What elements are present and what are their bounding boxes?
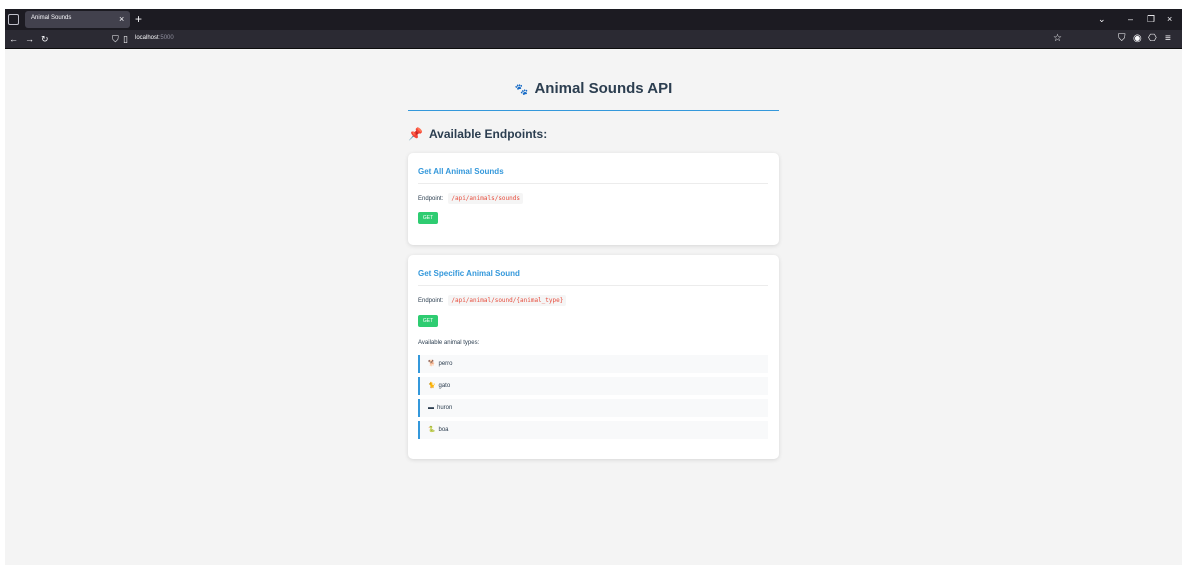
endpoint-row: Endpoint: /api/animal/sound/{animal_type… <box>418 295 567 306</box>
endpoint-label: Endpoint: <box>418 297 444 304</box>
dog-icon: 🐕 <box>428 361 436 367</box>
type-name: huron <box>437 405 453 411</box>
shield-icon[interactable]: ⛉ <box>112 33 119 45</box>
endpoint-title: Get Specific Animal Sound <box>418 269 520 278</box>
pocket-icon[interactable]: ⛉ <box>1118 33 1126 45</box>
tab-close-icon[interactable]: × <box>119 13 124 25</box>
tab-bar: Animal Sounds × + ⌄ – ❐ × <box>5 9 1182 30</box>
list-item-boa: 🐍 boa <box>418 421 768 439</box>
endpoint-label: Endpoint: <box>418 195 444 202</box>
url-host: localhost <box>135 35 159 41</box>
type-name: perro <box>438 361 453 367</box>
endpoint-path: /api/animals/sounds <box>448 193 523 204</box>
maximize-icon[interactable]: ❐ <box>1147 12 1155 26</box>
star-icon[interactable]: ☆ <box>1053 33 1062 45</box>
endpoint-row: Endpoint: /api/animals/sounds <box>418 193 523 204</box>
pushpin-icon: 📌 <box>408 127 423 141</box>
page-content: 🐾 Animal Sounds API 📌 Available Endpoints:… <box>5 50 1182 565</box>
endpoint-path: /api/animal/sound/{animal_type} <box>448 295 567 306</box>
list-item-perro: 🐕 perro <box>418 355 768 373</box>
endpoint-title: Get All Animal Sounds <box>418 167 504 176</box>
type-name: gato <box>438 383 451 389</box>
chevron-down-icon[interactable]: ⌄ <box>1098 12 1106 26</box>
tab-list-icon[interactable] <box>8 14 19 25</box>
get-method-badge: GET <box>418 315 438 327</box>
forward-arrow-icon[interactable]: → <box>25 33 34 45</box>
close-icon[interactable]: × <box>1167 12 1172 26</box>
browser-window: Animal Sounds × + ⌄ – ❐ × ← → ↻ ⛉ ▯ loca… <box>5 9 1182 565</box>
endpoint-card-all-sounds: Get All Animal Sounds Endpoint: /api/ani… <box>408 153 779 245</box>
section-title-text: Available Endpoints: <box>428 127 548 141</box>
page-title-text: Animal Sounds API <box>534 80 673 97</box>
snake-icon: 🐍 <box>428 427 436 433</box>
tab-title: Animal Sounds <box>31 15 72 21</box>
url-bar[interactable]: localhost:5000 <box>135 35 174 41</box>
divider <box>418 285 768 286</box>
browser-tab[interactable]: Animal Sounds × <box>25 11 130 28</box>
endpoint-card-specific-sound: Get Specific Animal Sound Endpoint: /api… <box>408 255 779 459</box>
divider <box>418 183 768 184</box>
section-title: 📌 Available Endpoints: <box>408 127 547 141</box>
cat-icon: 🐈 <box>428 383 436 389</box>
get-method-badge: GET <box>418 212 438 224</box>
url-port: :5000 <box>158 35 174 41</box>
menu-icon[interactable]: ≡ <box>1165 33 1171 45</box>
type-name: boa <box>438 427 449 433</box>
back-arrow-icon[interactable]: ← <box>9 33 18 45</box>
list-item-huron: ▬ huron <box>418 399 768 417</box>
ferret-icon: ▬ <box>428 405 434 411</box>
extensions-icon[interactable]: ⎔ <box>1148 33 1157 45</box>
page-title: 🐾 Animal Sounds API <box>408 79 779 100</box>
page-icon[interactable]: ▯ <box>123 33 128 45</box>
reload-icon[interactable]: ↻ <box>41 33 49 45</box>
paw-icon: 🐾 <box>514 84 529 96</box>
minimize-icon[interactable]: – <box>1128 12 1133 26</box>
page-header: 🐾 Animal Sounds API <box>408 79 779 111</box>
list-item-gato: 🐈 gato <box>418 377 768 395</box>
account-icon[interactable]: ◉ <box>1133 33 1142 45</box>
types-label: Available animal types: <box>418 340 480 346</box>
navigation-bar: ← → ↻ ⛉ ▯ localhost:5000 ☆ ⛉ ◉ ⎔ ≡ <box>5 30 1182 49</box>
new-tab-button[interactable]: + <box>135 12 142 26</box>
